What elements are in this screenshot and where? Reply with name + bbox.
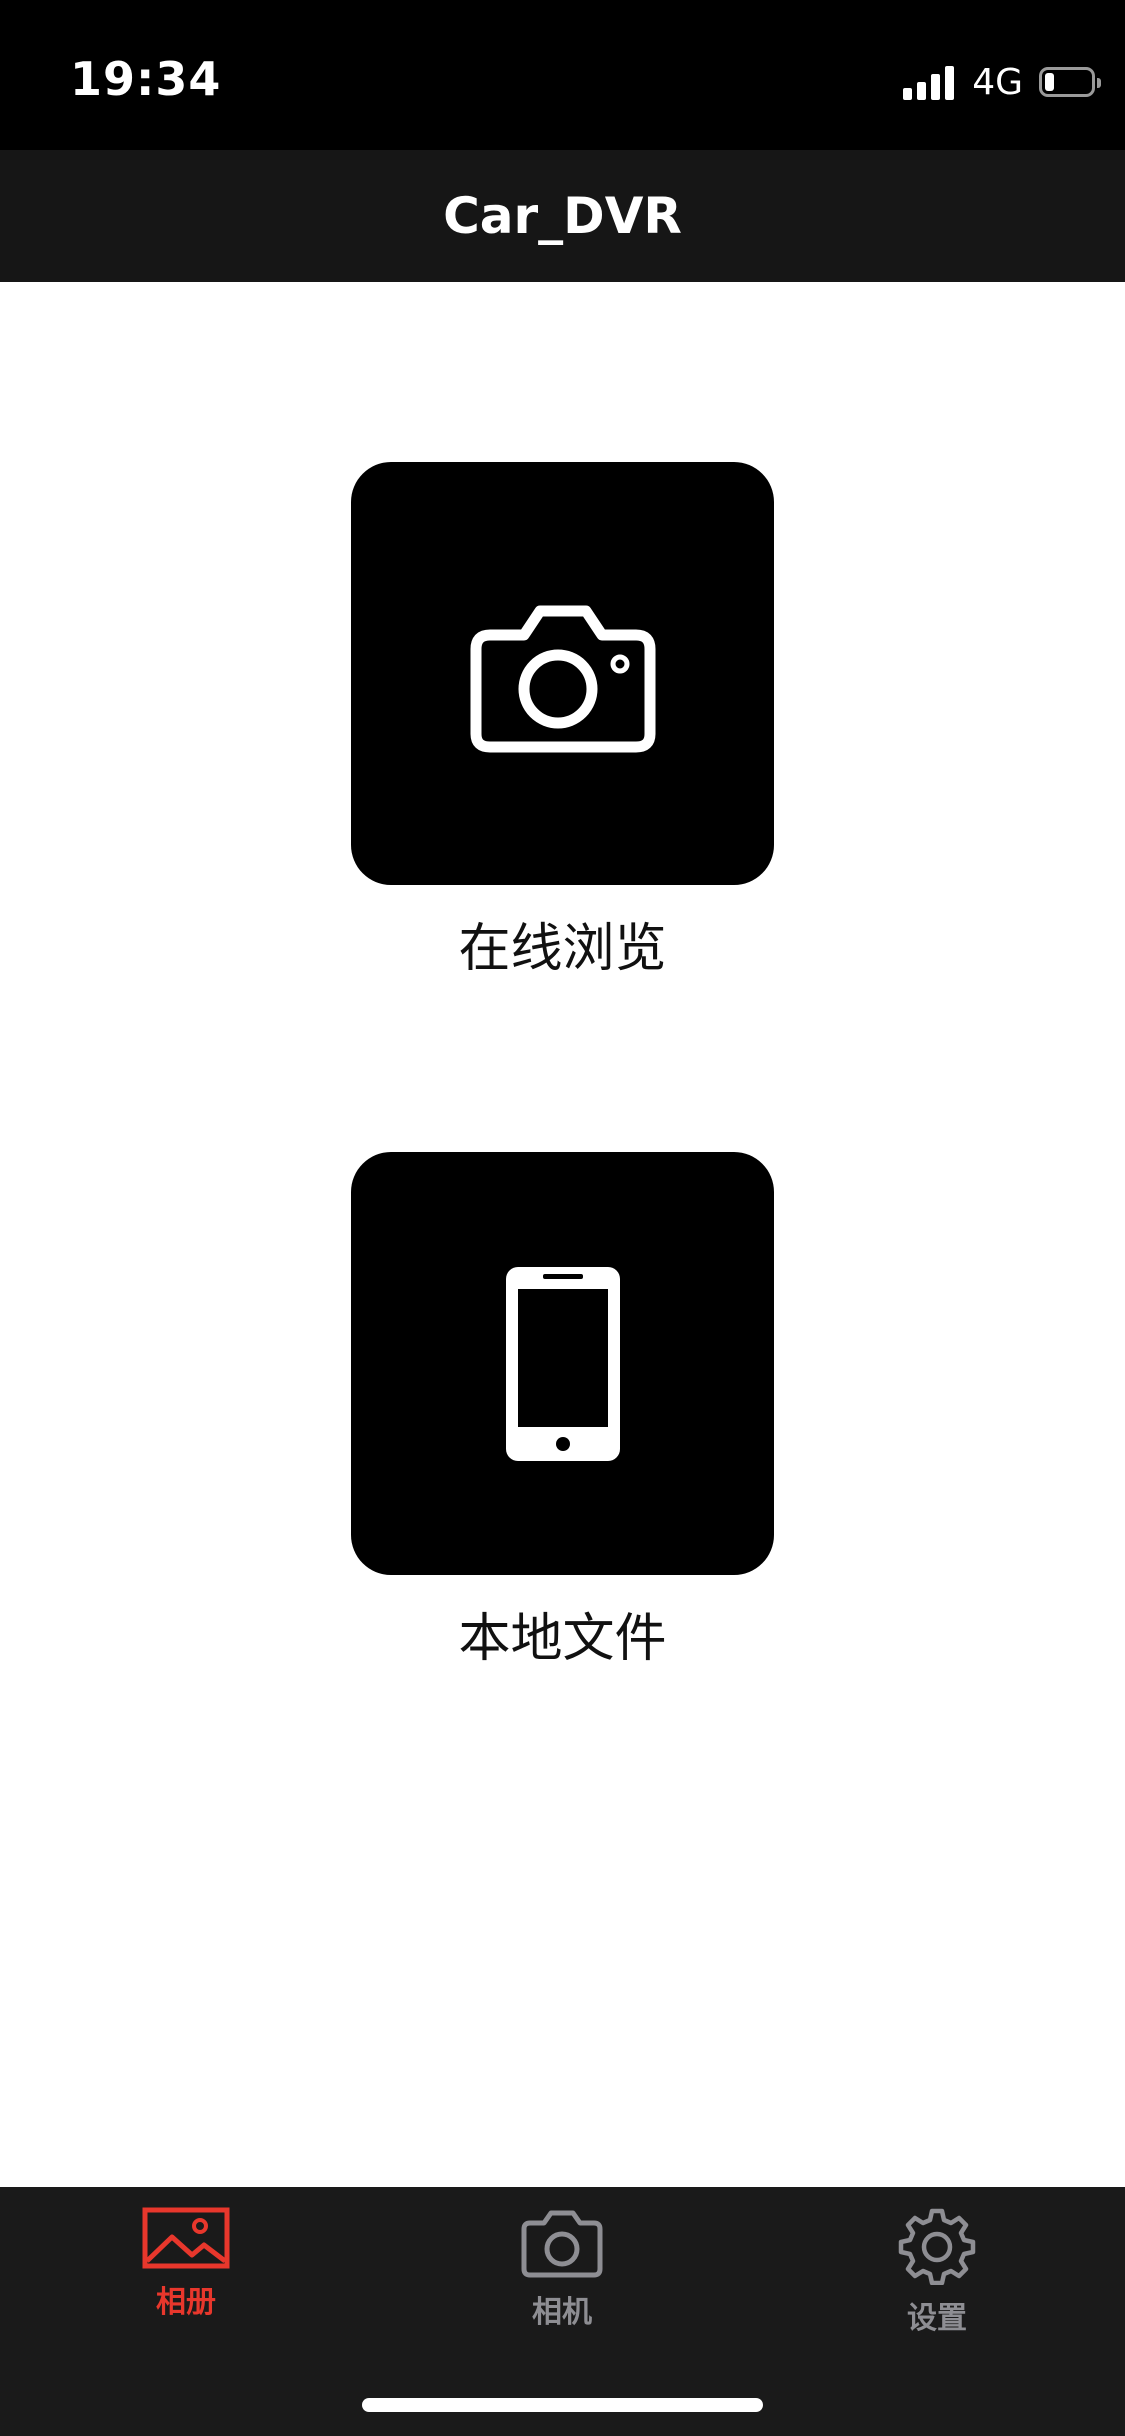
- tab-camera-label: 相机: [532, 2295, 592, 2330]
- tab-album[interactable]: 相册: [66, 2207, 306, 2347]
- network-type: 4G: [972, 61, 1023, 103]
- tab-camera[interactable]: 相机: [442, 2207, 682, 2347]
- navigation-bar: Car_DVR: [0, 150, 1125, 282]
- local-files-label: 本地文件: [458, 1609, 667, 1669]
- camera-icon: [470, 605, 655, 752]
- album-icon: [142, 2207, 230, 2269]
- status-time: 19:34: [70, 52, 222, 106]
- page-title: Car_DVR: [443, 187, 682, 245]
- local-files-button[interactable]: [351, 1152, 774, 1575]
- camera-icon: [521, 2210, 603, 2278]
- phone-icon: [505, 1266, 620, 1461]
- online-browse-button[interactable]: [351, 462, 774, 885]
- status-indicators: 4G: [903, 61, 1101, 103]
- tab-settings[interactable]: 设置: [817, 2207, 1057, 2347]
- signal-strength-icon: [903, 64, 955, 100]
- tab-settings-label: 设置: [907, 2301, 967, 2336]
- battery-icon: [1039, 67, 1101, 97]
- home-indicator[interactable]: [362, 2398, 763, 2412]
- status-bar: 19:34 4G: [0, 0, 1125, 150]
- battery-level: [1045, 73, 1054, 91]
- online-browse-label: 在线浏览: [458, 919, 667, 979]
- gear-icon: [898, 2208, 976, 2285]
- tab-album-label: 相册: [156, 2285, 216, 2320]
